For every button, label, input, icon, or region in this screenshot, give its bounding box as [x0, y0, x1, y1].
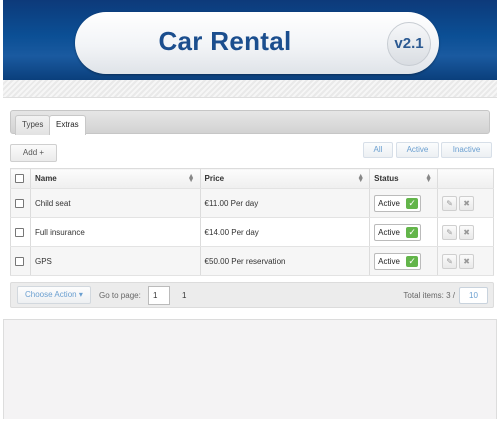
add-button[interactable]: Add + — [10, 144, 57, 162]
row-checkbox[interactable] — [15, 198, 24, 208]
column-header-actions — [437, 168, 494, 189]
column-header-name[interactable]: Name ▲ ▼ — [30, 168, 201, 189]
page-input[interactable]: 1 — [148, 286, 170, 305]
table-row: Child seat €11.00 Per day Active ✓ ✎ ✖ — [10, 188, 494, 218]
table-row: GPS €50.00 Per reservation Active ✓ ✎ ✖ — [10, 246, 494, 276]
table-row: Full insurance €14.00 Per day Active ✓ ✎ ✖ — [10, 217, 494, 247]
tab-extras[interactable]: Extras — [49, 115, 86, 135]
filter-all-button[interactable]: All — [363, 142, 393, 158]
delete-icon[interactable]: ✖ — [459, 224, 475, 240]
sort-icon[interactable]: ▲ ▼ — [425, 173, 432, 184]
pattern-strip — [3, 80, 497, 98]
choose-action-label: Choose Action — [25, 290, 77, 299]
choose-action-dropdown[interactable]: Choose Action ▾ — [17, 286, 91, 304]
chevron-down-icon: ▾ — [78, 290, 83, 299]
main-panel: Types Extras Add + All Active Inactive N… — [3, 98, 497, 320]
goto-page-label: Go to page: — [99, 291, 141, 300]
extra-price: €11.00 Per day — [200, 188, 371, 218]
row-checkbox[interactable] — [15, 256, 24, 266]
extra-price: €14.00 Per day — [200, 217, 371, 247]
delete-icon[interactable]: ✖ — [459, 195, 475, 211]
extras-table: Name ▲ ▼ Price ▲ ▼ Status ▲ ▼ Child seat €11.0… — [10, 168, 494, 276]
check-icon: ✓ — [406, 255, 419, 267]
app-header: Car Rental v2.1 — [3, 0, 497, 80]
check-icon: ✓ — [406, 197, 419, 209]
select-all-cell — [10, 168, 31, 189]
sort-icon[interactable]: ▲ ▼ — [188, 173, 195, 184]
app-title: Car Rental — [158, 26, 292, 56]
extra-name: Full insurance — [30, 217, 201, 247]
row-checkbox[interactable] — [15, 227, 24, 237]
tab-bar: Types Extras — [10, 110, 490, 135]
status-select[interactable]: Active ✓ — [374, 252, 422, 270]
title-banner: Car Rental v2.1 — [75, 12, 439, 74]
table-header-row: Name ▲ ▼ Price ▲ ▼ Status ▲ ▼ — [10, 168, 494, 189]
filter-inactive-button[interactable]: Inactive — [441, 142, 492, 158]
version-badge: v2.1 — [387, 22, 431, 66]
column-label: Status — [374, 174, 399, 183]
page-link[interactable]: 1 — [182, 291, 186, 300]
status-select[interactable]: Active ✓ — [374, 223, 422, 241]
filter-active-button[interactable]: Active — [396, 142, 439, 158]
extra-name: GPS — [30, 246, 201, 276]
column-header-status[interactable]: Status ▲ ▼ — [369, 168, 439, 189]
status-value: Active — [378, 256, 400, 266]
column-label: Name — [34, 174, 57, 183]
edit-icon[interactable]: ✎ — [442, 224, 458, 240]
check-icon: ✓ — [406, 226, 419, 238]
select-all-checkbox[interactable] — [15, 174, 24, 184]
status-select[interactable]: Active ✓ — [374, 194, 422, 212]
sort-icon[interactable]: ▲ ▼ — [357, 173, 364, 184]
extra-name: Child seat — [30, 188, 201, 218]
extra-price: €50.00 Per reservation — [200, 246, 371, 276]
tab-types[interactable]: Types — [15, 115, 51, 135]
per-page-select[interactable]: 10 — [459, 287, 488, 304]
table-footer: Choose Action ▾ Go to page: 1 1 Total it… — [10, 282, 494, 308]
column-header-price[interactable]: Price ▲ ▼ — [200, 168, 371, 189]
status-value: Active — [378, 227, 400, 237]
column-label: Price — [204, 174, 225, 183]
delete-icon[interactable]: ✖ — [459, 253, 475, 269]
edit-icon[interactable]: ✎ — [442, 195, 458, 211]
status-value: Active — [378, 198, 400, 208]
total-items-label: Total items: 3 / — [403, 291, 455, 300]
edit-icon[interactable]: ✎ — [442, 253, 458, 269]
